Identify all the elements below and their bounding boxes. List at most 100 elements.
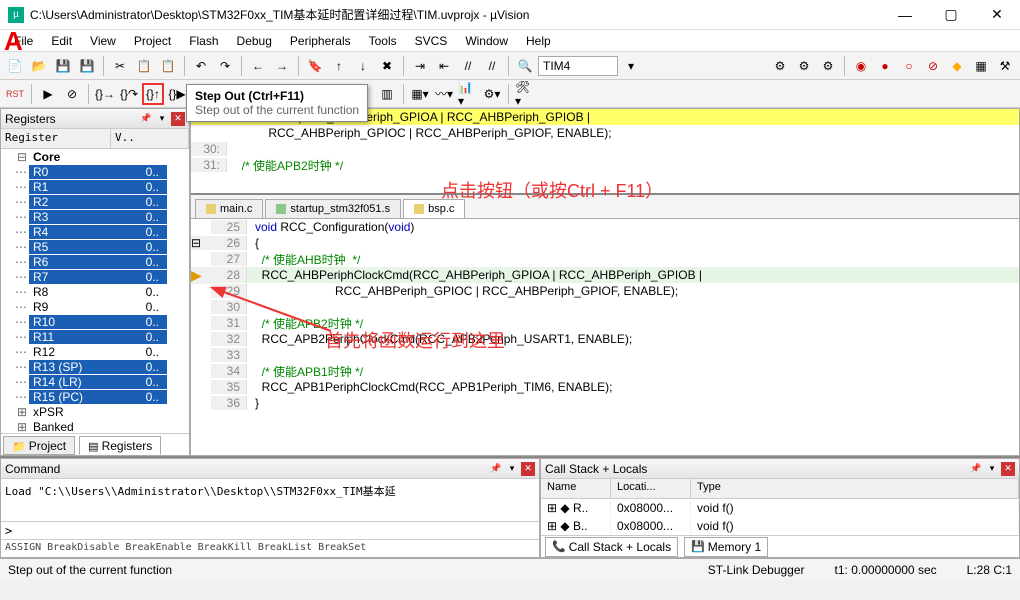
uncomment-icon[interactable]: // [481,55,503,77]
register-row[interactable]: ⋯R50.. [1,239,189,254]
run-to-cursor-icon[interactable]: {}▶ [166,83,188,105]
serial-icon[interactable]: ▦▾ [409,83,431,105]
command-input[interactable] [16,524,539,537]
code-line[interactable]: 34 /* 使能APB1时钟 */ [191,363,1019,379]
panel-close-icon[interactable]: ✕ [1001,462,1015,476]
register-row[interactable]: ⋯R90.. [1,299,189,314]
core-group[interactable]: ⊟ Core [1,149,189,164]
editor-tab[interactable]: bsp.c [403,199,465,218]
step-out-icon[interactable]: {}↑ [142,83,164,105]
register-row[interactable]: ⋯R13 (SP)0.. [1,359,189,374]
code-line[interactable]: 32 RCC_APB2PeriphClockCmd(RCC_APB2Periph… [191,331,1019,347]
toolbox-icon[interactable]: 🛠▾ [514,83,536,105]
system-icon[interactable]: ⚙▾ [481,83,503,105]
register-row[interactable]: ⋯R60.. [1,254,189,269]
outdent-icon[interactable]: ⇤ [433,55,455,77]
find-icon[interactable]: 🔍 [514,55,536,77]
options-icon[interactable]: ⚙ [817,55,839,77]
code-line[interactable]: 30 [191,299,1019,315]
panel-pin-icon[interactable]: 📌 [489,462,503,476]
panel-dropdown-icon[interactable]: ▾ [985,462,999,476]
panel-close-icon[interactable]: ✕ [171,112,185,126]
tab-project[interactable]: 📁 Project [3,436,75,455]
paste-icon[interactable]: 📋 [157,55,179,77]
new-icon[interactable]: 📄 [4,55,26,77]
panel-pin-icon[interactable]: 📌 [969,462,983,476]
reset-icon[interactable]: RST [4,83,26,105]
nav-back-icon[interactable]: ← [247,55,269,77]
panel-dropdown-icon[interactable]: ▾ [155,112,169,126]
command-output[interactable]: Load "C:\\Users\\Administrator\\Desktop\… [1,479,539,521]
dropdown-icon[interactable]: ▾ [620,55,642,77]
editor-tab[interactable]: startup_stm32f051.s [265,199,401,218]
registers-list[interactable]: ⊟ Core ⋯R00..⋯R10..⋯R20..⋯R30..⋯R40..⋯R5… [1,149,189,433]
register-row[interactable]: ⋯R120.. [1,344,189,359]
code-line[interactable]: 31 /* 使能APB2时钟 */ [191,315,1019,331]
window-icon[interactable]: ▦ [970,55,992,77]
code-line[interactable]: 33 [191,347,1019,363]
callstack-row[interactable]: ⊞ ◆ R..0x08000...void f() [541,499,1019,517]
register-row[interactable]: ⋯R00.. [1,164,189,179]
close-button[interactable]: ✕ [974,0,1020,29]
run-icon[interactable]: ▶ [37,83,59,105]
bookmark-prev-icon[interactable]: ↑ [328,55,350,77]
menu-view[interactable]: View [82,32,124,50]
breakpoint-enable-icon[interactable]: ◆ [946,55,968,77]
register-row[interactable]: ⋯R110.. [1,329,189,344]
maximize-button[interactable]: ▢ [928,0,974,29]
register-row[interactable]: ⋯R70.. [1,269,189,284]
undo-icon[interactable]: ↶ [190,55,212,77]
register-row[interactable]: ⋯R10.. [1,179,189,194]
open-icon[interactable]: 📂 [28,55,50,77]
menu-project[interactable]: Project [126,32,179,50]
saveall-icon[interactable]: 💾 [76,55,98,77]
register-row[interactable]: ⋯R14 (LR)0.. [1,374,189,389]
breakpoint-kill-icon[interactable]: ⊘ [922,55,944,77]
register-row[interactable]: ⋯R80.. [1,284,189,299]
tab-callstack[interactable]: 📞 Call Stack + Locals [545,537,678,557]
analysis-icon[interactable]: 〰▾ [433,83,455,105]
register-row[interactable]: ⋯R40.. [1,224,189,239]
menu-tools[interactable]: Tools [361,32,405,50]
code-line[interactable]: ▶28 RCC_AHBPeriphClockCmd(RCC_AHBPeriph_… [191,267,1019,283]
minimize-button[interactable]: — [882,0,928,29]
build-icon[interactable]: ⚙ [793,55,815,77]
target-input[interactable] [538,56,618,76]
register-row[interactable]: ⋯R15 (PC)0.. [1,389,189,404]
indent-icon[interactable]: ⇥ [409,55,431,77]
code-line[interactable]: 29 RCC_AHBPeriph_GPIOC | RCC_AHBPeriph_G… [191,283,1019,299]
code-line[interactable]: 36} [191,395,1019,411]
callstack-row[interactable]: ⊞ ◆ B..0x08000...void f() [541,517,1019,535]
bookmark-next-icon[interactable]: ↓ [352,55,374,77]
menu-peripherals[interactable]: Peripherals [282,32,359,50]
code-line[interactable]: 25void RCC_Configuration(void) [191,219,1019,235]
comment-icon[interactable]: // [457,55,479,77]
breakpoint-icon[interactable]: ● [874,55,896,77]
build-icon[interactable]: ⚙ [769,55,791,77]
panel-dropdown-icon[interactable]: ▾ [505,462,519,476]
tab-memory[interactable]: 💾 Memory 1 [684,537,768,557]
register-row[interactable]: ⋯R20.. [1,194,189,209]
trace-icon[interactable]: 📊▾ [457,83,479,105]
tab-registers[interactable]: ▤ Registers [79,436,161,455]
step-in-icon[interactable]: {}→ [94,83,116,105]
bookmark-clear-icon[interactable]: ✖ [376,55,398,77]
window-mem-icon[interactable]: ▥ [376,83,398,105]
nav-fwd-icon[interactable]: → [271,55,293,77]
register-group[interactable]: ⊞xPSR [1,404,189,419]
debug-icon[interactable]: ◉ [850,55,872,77]
step-over-icon[interactable]: {}↷ [118,83,140,105]
panel-close-icon[interactable]: ✕ [521,462,535,476]
menu-svcs[interactable]: SVCS [407,32,456,50]
redo-icon[interactable]: ↷ [214,55,236,77]
menu-window[interactable]: Window [457,32,516,50]
menu-edit[interactable]: Edit [43,32,80,50]
menu-debug[interactable]: Debug [229,32,280,50]
register-row[interactable]: ⋯R30.. [1,209,189,224]
register-group[interactable]: ⊞Banked [1,419,189,433]
bookmark-icon[interactable]: 🔖 [304,55,326,77]
code-line[interactable]: 35 RCC_APB1PeriphClockCmd(RCC_APB1Periph… [191,379,1019,395]
code-line[interactable]: 27 /* 使能AHB时钟 */ [191,251,1019,267]
editor-tab[interactable]: main.c [195,199,263,218]
code-line[interactable]: ⊟26{ [191,235,1019,251]
